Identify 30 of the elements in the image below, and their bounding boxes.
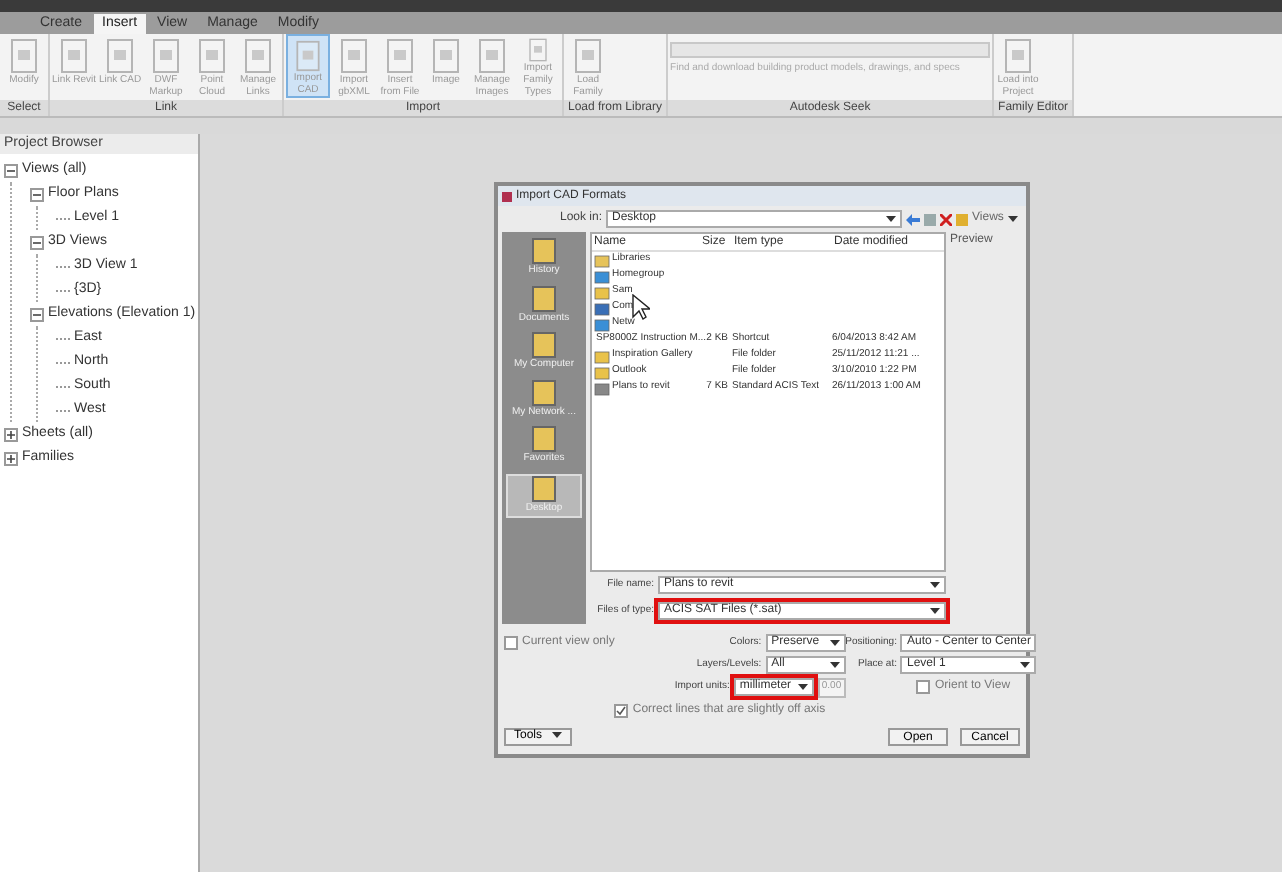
caret-icon — [797, 683, 808, 692]
collapse-icon[interactable] — [30, 187, 44, 201]
expand-icon[interactable] — [4, 451, 18, 465]
collapse-icon[interactable] — [4, 163, 18, 177]
document-icon — [292, 40, 324, 72]
folder-icon — [594, 253, 610, 267]
file-icon — [594, 381, 610, 395]
network-icon — [594, 317, 610, 331]
expand-icon[interactable] — [4, 427, 18, 441]
mouse-pointer-icon — [632, 294, 650, 320]
delete-icon[interactable] — [940, 213, 952, 225]
caret-icon — [829, 639, 840, 647]
back-icon[interactable] — [906, 213, 920, 225]
caret-icon — [930, 581, 940, 589]
caret-icon — [829, 661, 840, 669]
search-field[interactable] — [670, 42, 991, 58]
checkbox[interactable] — [916, 680, 931, 694]
caret-icon — [886, 215, 896, 223]
app-icon — [502, 191, 512, 201]
caret-icon — [552, 732, 562, 740]
checkbox[interactable] — [614, 703, 629, 717]
caret-icon — [1007, 215, 1018, 223]
checkbox[interactable] — [504, 636, 518, 650]
computer-icon — [594, 301, 610, 315]
collapse-icon[interactable] — [30, 235, 44, 249]
caret-icon — [930, 607, 940, 615]
caret-icon — [1020, 661, 1031, 669]
network-icon — [594, 269, 610, 283]
folder-icon — [594, 285, 610, 299]
collapse-icon[interactable] — [30, 307, 44, 321]
